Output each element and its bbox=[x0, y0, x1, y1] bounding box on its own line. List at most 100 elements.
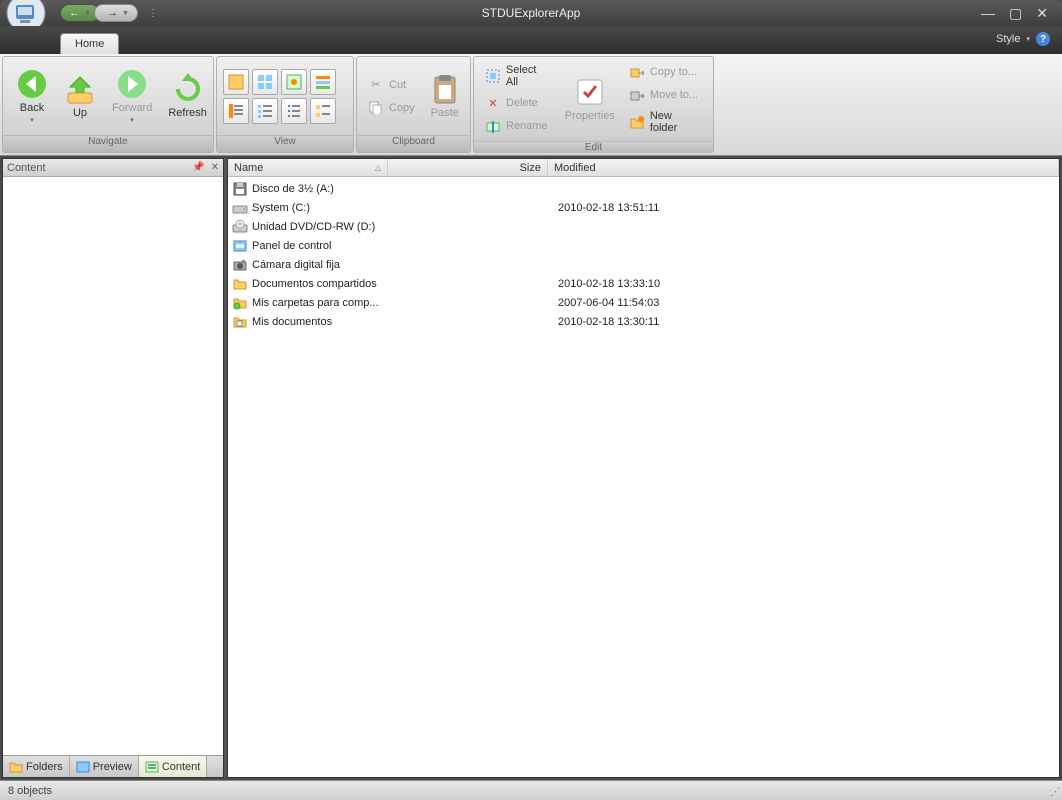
file-modified: 2010-02-18 13:30:11 bbox=[552, 316, 1059, 328]
view-mode-6[interactable] bbox=[252, 98, 278, 124]
refresh-button[interactable]: Refresh bbox=[161, 70, 214, 122]
properties-icon bbox=[574, 76, 606, 108]
maximize-button[interactable]: ▢ bbox=[1009, 5, 1022, 22]
col-header-name[interactable]: Name △ bbox=[228, 159, 388, 176]
file-name: System (C:) bbox=[252, 202, 392, 214]
file-name: Unidad DVD/CD-RW (D:) bbox=[252, 221, 392, 233]
new-folder-button[interactable]: New folder bbox=[624, 107, 707, 137]
paste-label: Paste bbox=[431, 107, 459, 119]
copy-to-button[interactable]: Copy to... bbox=[624, 61, 707, 83]
ribbon-group-navigate: Back ▾ Up Forward ▾ Refresh Navigate bbox=[2, 56, 214, 153]
file-name: Mis documentos bbox=[252, 316, 392, 328]
back-button[interactable]: Back ▾ bbox=[9, 65, 55, 127]
ribbon: Back ▾ Up Forward ▾ Refresh Navigate bbox=[0, 54, 1062, 156]
arrow-right-icon: → bbox=[107, 7, 118, 19]
close-panel-icon[interactable]: ✕ bbox=[211, 162, 219, 173]
resize-grip[interactable]: ⋰ bbox=[1050, 785, 1059, 798]
view-mode-8[interactable] bbox=[310, 98, 336, 124]
paste-icon bbox=[429, 73, 461, 105]
ribbon-group-edit: Select All ✕ Delete Rename Properties C bbox=[473, 56, 714, 153]
side-panel-tabs: Folders Preview Content bbox=[3, 755, 223, 777]
ribbon-group-clipboard: ✂ Cut Copy Paste Clipboard bbox=[356, 56, 471, 153]
view-mode-1[interactable] bbox=[223, 69, 249, 95]
rename-label: Rename bbox=[506, 120, 548, 132]
side-panel-header: Content 📌 ✕ bbox=[3, 159, 223, 177]
file-name: Disco de 3½ (A:) bbox=[252, 183, 392, 195]
select-all-label: Select All bbox=[506, 64, 551, 88]
new-folder-icon bbox=[629, 114, 645, 130]
pin-icon[interactable]: 📌 bbox=[192, 162, 204, 173]
forward-icon bbox=[116, 68, 148, 100]
view-mode-4[interactable] bbox=[310, 69, 336, 95]
arrow-left-icon: ← bbox=[69, 7, 80, 19]
select-all-icon bbox=[485, 68, 501, 84]
cut-button[interactable]: ✂ Cut bbox=[363, 74, 420, 96]
refresh-label: Refresh bbox=[168, 107, 207, 119]
col-size-label: Size bbox=[520, 162, 541, 174]
panel-tab-content[interactable]: Content bbox=[139, 756, 208, 777]
file-name: Panel de control bbox=[252, 240, 392, 252]
file-row[interactable]: System (C:)2010-02-18 13:51:11 bbox=[228, 198, 1059, 217]
file-modified: 2010-02-18 13:33:10 bbox=[552, 278, 1059, 290]
column-headers: Name △ Size Modified bbox=[228, 159, 1059, 177]
properties-button[interactable]: Properties bbox=[558, 73, 622, 125]
copy-to-label: Copy to... bbox=[650, 66, 697, 78]
file-row[interactable]: Disco de 3½ (A:) bbox=[228, 179, 1059, 198]
titlebar-forward-button[interactable]: → ▼ bbox=[94, 4, 138, 22]
delete-icon: ✕ bbox=[485, 95, 501, 111]
panel-tab-preview-label: Preview bbox=[93, 761, 132, 773]
view-mode-5[interactable] bbox=[223, 98, 249, 124]
file-row[interactable]: Documentos compartidos2010-02-18 13:33:1… bbox=[228, 274, 1059, 293]
properties-label: Properties bbox=[565, 110, 615, 122]
statusbar: 8 objects ⋰ bbox=[0, 780, 1062, 800]
floppy-icon bbox=[232, 181, 248, 197]
minimize-button[interactable]: — bbox=[981, 5, 995, 22]
copy-button[interactable]: Copy bbox=[363, 97, 420, 119]
back-label: Back bbox=[20, 102, 44, 114]
file-row[interactable]: Mis carpetas para comp...2007-06-04 11:5… bbox=[228, 293, 1059, 312]
help-icon[interactable]: ? bbox=[1036, 32, 1050, 46]
file-row[interactable]: Mis documentos 2010-02-18 13:30:11 bbox=[228, 312, 1059, 331]
ribbon-group-navigate-title: Navigate bbox=[3, 135, 213, 152]
col-header-size[interactable]: Size bbox=[388, 159, 548, 176]
delete-label: Delete bbox=[506, 97, 538, 109]
move-to-button[interactable]: Move to... bbox=[624, 84, 707, 106]
file-area: Name △ Size Modified Disco de 3½ (A:) Sys… bbox=[227, 158, 1060, 778]
tab-home[interactable]: Home bbox=[60, 33, 119, 54]
chevron-down-icon: ▾ bbox=[30, 116, 34, 124]
forward-button[interactable]: Forward ▾ bbox=[105, 65, 159, 127]
file-row[interactable]: Panel de control bbox=[228, 236, 1059, 255]
style-menu[interactable]: Style bbox=[996, 33, 1020, 45]
select-all-button[interactable]: Select All bbox=[480, 61, 556, 91]
preview-icon bbox=[76, 761, 90, 773]
rename-button[interactable]: Rename bbox=[480, 115, 556, 137]
rename-icon bbox=[485, 118, 501, 134]
titlebar-divider: ⋮ bbox=[148, 8, 158, 19]
view-mode-2[interactable] bbox=[252, 69, 278, 95]
drive-icon bbox=[232, 200, 248, 216]
paste-button[interactable]: Paste bbox=[422, 70, 468, 122]
view-mode-7[interactable] bbox=[281, 98, 307, 124]
panel-tab-folders[interactable]: Folders bbox=[3, 756, 70, 777]
file-row[interactable]: Cámara digital fija bbox=[228, 255, 1059, 274]
panel-tab-preview[interactable]: Preview bbox=[70, 756, 139, 777]
up-button[interactable]: Up bbox=[57, 70, 103, 122]
ribbon-group-view-title: View bbox=[217, 135, 353, 152]
cut-icon: ✂ bbox=[368, 77, 384, 93]
close-button[interactable]: ✕ bbox=[1036, 5, 1048, 22]
titlebar: ← ▼ → ▼ ⋮ STDUExplorerApp — ▢ ✕ bbox=[0, 0, 1062, 26]
content-icon bbox=[145, 761, 159, 773]
chevron-down-icon: ▼ bbox=[122, 10, 129, 17]
refresh-icon bbox=[172, 73, 204, 105]
delete-button[interactable]: ✕ Delete bbox=[480, 92, 556, 114]
folder-icon bbox=[232, 276, 248, 292]
netfolder-icon bbox=[232, 295, 248, 311]
file-name: Cámara digital fija bbox=[252, 259, 392, 271]
workspace: Content 📌 ✕ Folders Preview Content bbox=[2, 158, 1060, 778]
file-row[interactable]: Unidad DVD/CD-RW (D:) bbox=[228, 217, 1059, 236]
back-icon bbox=[16, 68, 48, 100]
up-label: Up bbox=[73, 107, 87, 119]
col-header-modified[interactable]: Modified bbox=[548, 159, 1059, 176]
view-mode-3[interactable] bbox=[281, 69, 307, 95]
camera-icon bbox=[232, 257, 248, 273]
